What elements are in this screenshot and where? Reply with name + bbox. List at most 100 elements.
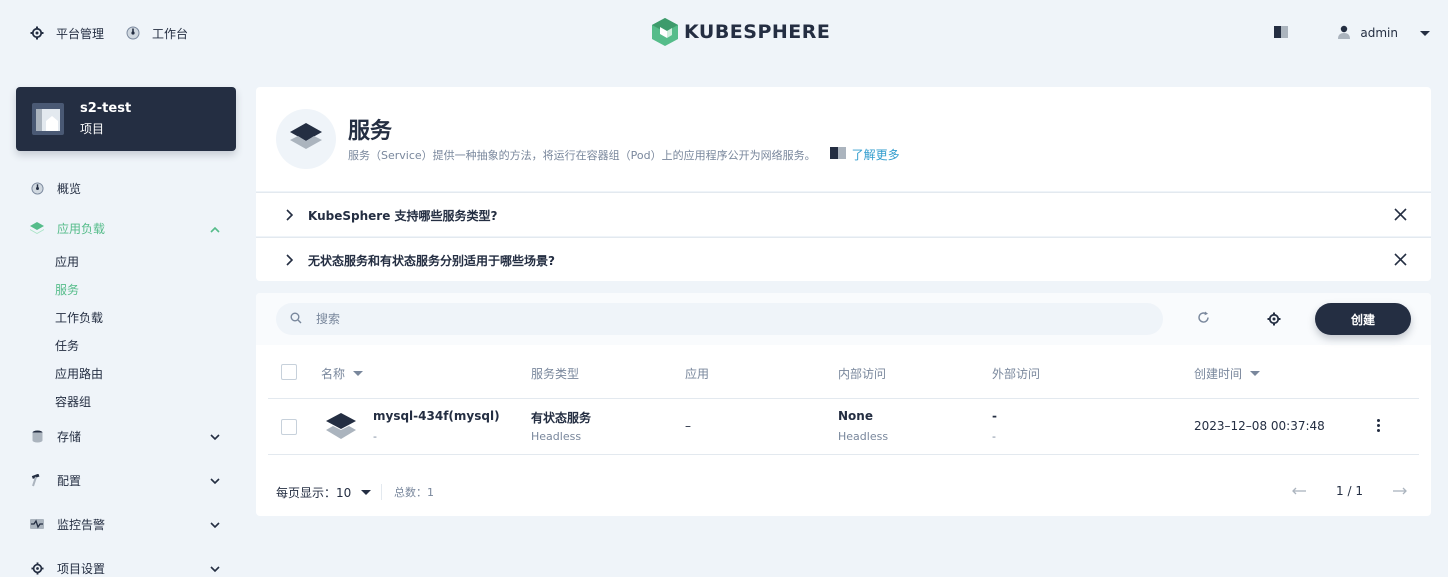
sidebar-item-label: 项目设置 [57, 561, 106, 576]
dashboard-icon [30, 181, 44, 195]
project-name: s2-test [80, 101, 132, 116]
project-icon [32, 103, 64, 135]
more-actions-icon[interactable] [1375, 419, 1381, 432]
top-bar: 平台管理 工作台 KUBESPHERE admin [0, 0, 1448, 66]
top-nav: 平台管理 工作台 [30, 0, 188, 66]
sidebar-item-workloads[interactable]: 工作负载 [30, 304, 230, 332]
sidebar-item-label: 监控告警 [57, 517, 106, 532]
monitor-icon [30, 517, 44, 531]
total-count: 总数：1 [394, 484, 434, 500]
book-icon [829, 147, 846, 162]
platform-management-label: 平台管理 [56, 26, 105, 41]
select-all-checkbox[interactable] [281, 364, 297, 380]
kubesphere-logo[interactable]: KUBESPHERE [652, 18, 830, 46]
sidebar-nav: 概览 应用负载 应用 服务 工作负载 任务 应用路由 容器组 存储 配置 监控告… [30, 176, 230, 577]
docs-book-icon[interactable] [1274, 25, 1289, 41]
total-value: 1 [427, 486, 434, 499]
table-header: 名称 服务类型 应用 内部访问 外部访问 创建时间 [268, 345, 1419, 399]
column-header-label: 创建时间 [1194, 367, 1243, 381]
refresh-icon[interactable] [1197, 311, 1210, 327]
close-icon[interactable] [1394, 208, 1407, 224]
app-value: – [685, 419, 691, 433]
external-access: - [992, 409, 997, 423]
chevron-right-icon [286, 254, 294, 269]
table-row[interactable]: mysql-434f(mysql) - 有状态服务 Headless – Non… [268, 399, 1419, 455]
faq-question: KubeSphere 支持哪些服务类型? [308, 209, 498, 223]
page-title: 服务 [348, 119, 393, 144]
sidebar-item-routes[interactable]: 应用路由 [30, 360, 230, 388]
kubesphere-logo-icon [652, 18, 678, 46]
list-toolbar: 创建 [256, 293, 1431, 345]
pagination: 1 / 1 [1292, 484, 1407, 498]
faq-item[interactable]: KubeSphere 支持哪些服务类型? [256, 192, 1431, 236]
service-type-sub: Headless [531, 430, 582, 443]
column-header-name[interactable]: 名称 [321, 365, 364, 382]
search-bar[interactable] [276, 303, 1163, 335]
database-icon [30, 429, 44, 443]
service-list: 创建 名称 服务类型 应用 内部访问 外部访问 创建时间 mysql-434f(… [256, 293, 1431, 516]
service-name-link[interactable]: mysql-434f(mysql) [373, 409, 500, 423]
caret-down-icon [1420, 30, 1430, 36]
dashboard-icon [126, 26, 140, 40]
page-size-label: 每页显示： [276, 486, 337, 500]
sort-caret-icon [353, 371, 364, 376]
sidebar-item-label: 存储 [57, 429, 82, 444]
column-header-internal-access: 内部访问 [838, 367, 887, 381]
project-selector[interactable]: s2-test 项目 [16, 87, 236, 151]
chevron-down-icon [210, 430, 220, 444]
create-button[interactable]: 创建 [1315, 303, 1411, 335]
arrow-left-icon[interactable] [1292, 484, 1307, 498]
gear-icon [30, 561, 44, 575]
chevron-down-icon [210, 562, 220, 576]
platform-management-link[interactable]: 平台管理 [30, 25, 104, 42]
internal-access: None [838, 409, 873, 423]
sidebar-group-storage[interactable]: 存储 [30, 424, 230, 448]
hammer-icon [30, 473, 44, 487]
search-input[interactable] [316, 312, 1116, 326]
column-header-app: 应用 [685, 367, 710, 381]
learn-more-link[interactable]: 了解更多 [852, 146, 900, 163]
column-header-label: 名称 [321, 367, 346, 381]
external-access-sub: - [992, 430, 996, 443]
layers-icon [30, 221, 44, 235]
caret-down-icon [361, 490, 372, 495]
page-size-select[interactable]: 每页显示： 10 [276, 484, 372, 501]
sidebar-item-jobs[interactable]: 任务 [30, 332, 230, 360]
workbench-link[interactable]: 工作台 [126, 25, 188, 42]
sidebar-group-project-settings[interactable]: 项目设置 [30, 556, 230, 577]
faq-item[interactable]: 无状态服务和有状态服务分别适用于哪些场景? [256, 237, 1431, 281]
sidebar-item-overview[interactable]: 概览 [30, 176, 230, 200]
sidebar-group-workloads[interactable]: 应用负载 [30, 216, 230, 240]
settings-gear-icon[interactable] [1267, 312, 1281, 329]
column-header-service-type: 服务类型 [531, 367, 580, 381]
page-description-text: 服务（Service）提供一种抽象的方法，将运行在容器组（Pod）上的应用程序公… [348, 148, 816, 162]
chevron-up-icon [210, 222, 220, 236]
faq-question: 无状态服务和有状态服务分别适用于哪些场景? [308, 254, 555, 268]
chevron-down-icon [210, 474, 220, 488]
workloads-submenu: 应用 服务 工作负载 任务 应用路由 容器组 [30, 248, 230, 416]
table-footer: 每页显示： 10 总数：1 1 / 1 [256, 468, 1431, 516]
sidebar-item-pods[interactable]: 容器组 [30, 388, 230, 416]
sidebar-item-label: 概览 [57, 181, 82, 196]
sidebar-item-services[interactable]: 服务 [30, 276, 230, 304]
service-icon [276, 109, 336, 169]
logo-text: KUBESPHERE [684, 21, 831, 43]
service-name-sub: - [373, 430, 377, 443]
user-icon [1338, 25, 1351, 42]
column-header-created-time[interactable]: 创建时间 [1194, 365, 1261, 382]
created-time: 2023–12–08 00:37:48 [1194, 419, 1325, 433]
sidebar-group-config[interactable]: 配置 [30, 468, 230, 492]
sidebar-item-apps[interactable]: 应用 [30, 248, 230, 276]
page-description: 服务（Service）提供一种抽象的方法，将运行在容器组（Pod）上的应用程序公… [348, 146, 900, 163]
sidebar-item-label: 配置 [57, 473, 82, 488]
close-icon[interactable] [1394, 253, 1407, 269]
page-header: 服务 服务（Service）提供一种抽象的方法，将运行在容器组（Pod）上的应用… [256, 87, 1431, 191]
top-right-controls: admin [1274, 0, 1430, 66]
sidebar-group-monitoring[interactable]: 监控告警 [30, 512, 230, 536]
page-size-value: 10 [336, 485, 352, 500]
row-checkbox[interactable] [281, 419, 297, 435]
user-menu[interactable]: admin [1338, 25, 1430, 42]
arrow-right-icon[interactable] [1393, 484, 1407, 498]
workbench-label: 工作台 [152, 26, 189, 41]
project-type: 项目 [80, 122, 105, 136]
